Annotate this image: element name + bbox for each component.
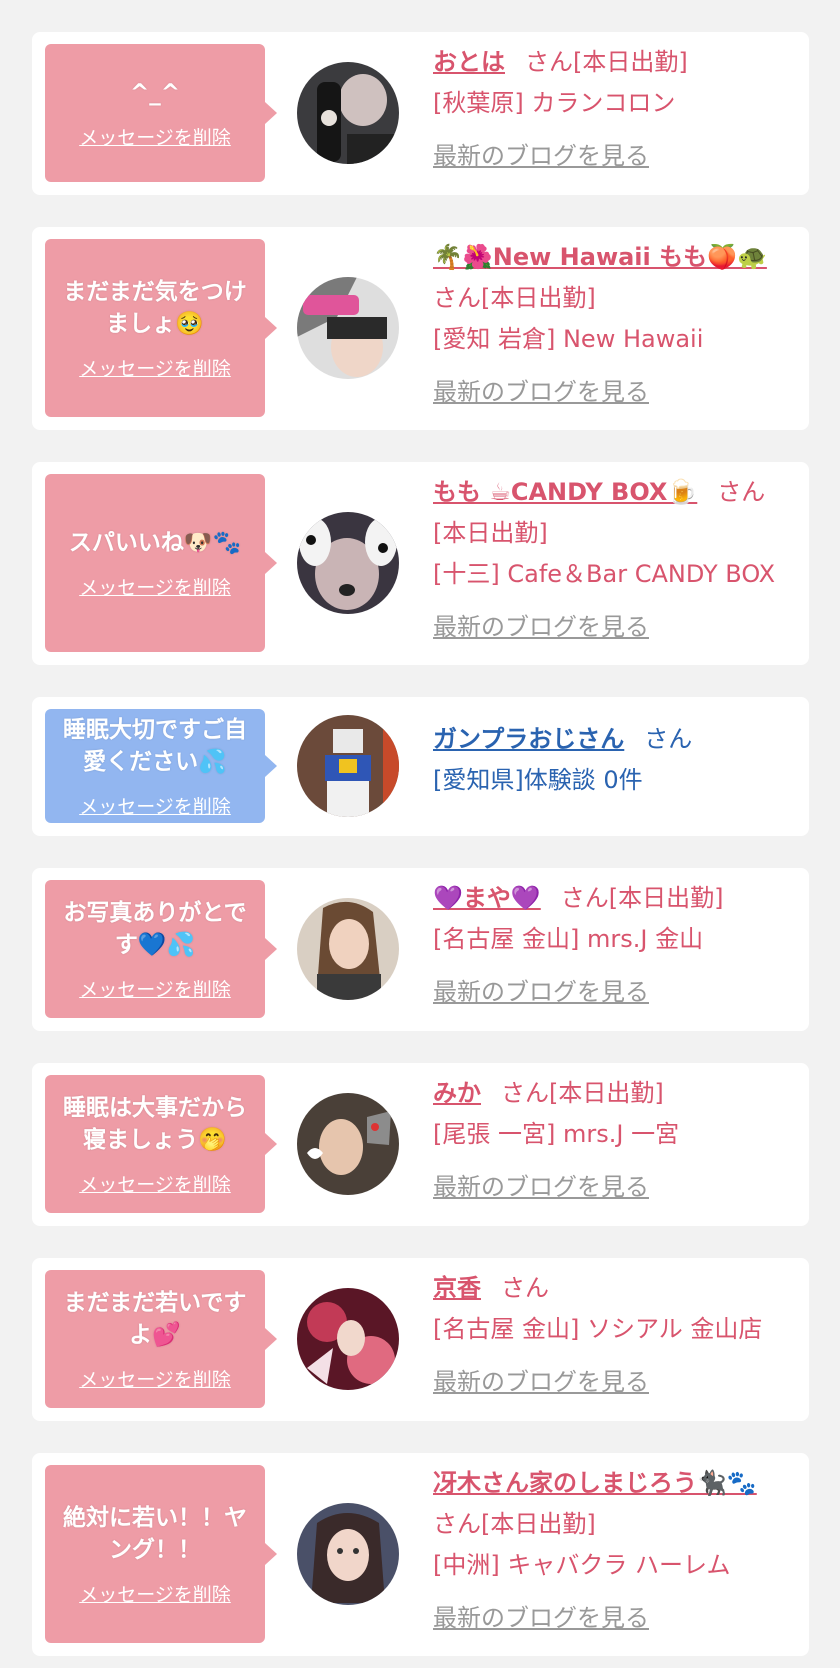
list-item: 睡眠大切ですご自愛ください💦 メッセージを削除 ガンプラおじさん さん [愛知県]… xyxy=(32,697,809,836)
avatar[interactable] xyxy=(297,512,399,614)
attendance-status: [本日出勤] xyxy=(481,284,596,312)
cast-name-link[interactable]: おとは xyxy=(433,48,505,76)
cast-info: ガンプラおじさん さん [愛知県]体験談 0件 xyxy=(433,719,801,801)
delete-message-link[interactable]: メッセージを削除 xyxy=(79,792,231,819)
message-bubble: まだまだ気をつけましょ🥹 メッセージを削除 xyxy=(45,239,277,417)
message-text: ^_^ xyxy=(129,79,181,106)
avatar[interactable] xyxy=(297,1288,399,1390)
san-suffix: さん xyxy=(525,48,573,76)
message-text: 絶対に若い！！ヤング！！ xyxy=(63,1504,247,1563)
cast-name-link[interactable]: 💜まや💜 xyxy=(433,884,541,912)
delete-message-link[interactable]: メッセージを削除 xyxy=(79,354,231,381)
san-suffix: さん xyxy=(501,1079,549,1107)
attendance-status: [本日出勤] xyxy=(549,1079,664,1107)
message-text: まだまだ若いですよ💕 xyxy=(63,1289,247,1348)
delete-message-link[interactable]: メッセージを削除 xyxy=(79,123,231,150)
latest-blog-link[interactable]: 最新のブログを見る xyxy=(433,372,801,413)
attendance-status: [本日出勤] xyxy=(608,884,724,912)
cast-info: 💜まや💜 さん[本日出勤] [名古屋 金山] mrs.J 金山 最新のブログを見る xyxy=(433,878,801,1013)
cast-name-link[interactable]: 京香 xyxy=(433,1274,481,1302)
list-item: まだまだ気をつけましょ🥹 メッセージを削除 🌴🌺New Hawaii もも🍑🐢 … xyxy=(32,227,809,430)
message-text: 睡眠大切ですご自愛ください💦 xyxy=(63,716,247,775)
list-item: 睡眠は大事だから寝ましょう🤭 メッセージを削除 みか さん[本日出勤] [尾張 一… xyxy=(32,1063,809,1226)
list-item: 絶対に若い！！ヤング！！ メッセージを削除 冴木さん家のしまじろう🐈‍⬛🐾 さん… xyxy=(32,1453,809,1656)
san-suffix: さん xyxy=(717,478,766,506)
message-text: まだまだ気をつけましょ🥹 xyxy=(63,278,247,337)
attendance-status: [本日出勤] xyxy=(433,519,548,547)
shop-info: [名古屋 金山] ソシアル 金山店 xyxy=(433,1315,763,1343)
avatar[interactable] xyxy=(297,1503,399,1605)
san-suffix: さん xyxy=(501,1274,549,1302)
delete-message-link[interactable]: メッセージを削除 xyxy=(79,975,231,1002)
shop-info: [名古屋 金山] mrs.J 金山 xyxy=(433,925,704,953)
avatar[interactable] xyxy=(297,62,399,164)
avatar[interactable] xyxy=(297,898,399,1000)
shop-info: [愛知県]体験談 0件 xyxy=(433,766,643,794)
message-bubble: スパいいね🐶🐾 メッセージを削除 xyxy=(45,474,277,652)
cast-info: 京香 さん [名古屋 金山] ソシアル 金山店 最新のブログを見る xyxy=(433,1268,801,1403)
favorite-message-list: ^_^ メッセージを削除 おとは さん[本日出勤] [秋葉原] カランコロン 最新… xyxy=(0,0,840,1668)
shop-info: [中洲] キャバクラ ハーレム xyxy=(433,1551,731,1579)
cast-info: おとは さん[本日出勤] [秋葉原] カランコロン 最新のブログを見る xyxy=(433,42,801,177)
message-text: 睡眠は大事だから寝ましょう🤭 xyxy=(63,1094,247,1153)
message-bubble: まだまだ若いですよ💕 メッセージを削除 xyxy=(45,1270,277,1408)
shop-info: [尾張 一宮] mrs.J 一宮 xyxy=(433,1120,680,1148)
latest-blog-link[interactable]: 最新のブログを見る xyxy=(433,136,801,177)
latest-blog-link[interactable]: 最新のブログを見る xyxy=(433,1362,801,1403)
delete-message-link[interactable]: メッセージを削除 xyxy=(79,1365,231,1392)
message-bubble: お写真ありがとです💙💦 メッセージを削除 xyxy=(45,880,277,1018)
attendance-status: [本日出勤] xyxy=(481,1510,596,1538)
cast-name-link[interactable]: 🌴🌺New Hawaii もも🍑🐢 xyxy=(433,243,767,271)
san-suffix: さん xyxy=(433,1510,481,1538)
message-bubble: 睡眠大切ですご自愛ください💦 メッセージを削除 xyxy=(45,709,277,823)
delete-message-link[interactable]: メッセージを削除 xyxy=(79,1580,231,1607)
message-bubble: 睡眠は大事だから寝ましょう🤭 メッセージを削除 xyxy=(45,1075,277,1213)
latest-blog-link[interactable]: 最新のブログを見る xyxy=(433,607,801,648)
message-text: スパいいね🐶🐾 xyxy=(68,529,242,556)
cast-info: 🌴🌺New Hawaii もも🍑🐢 さん[本日出勤] [愛知 岩倉] New H… xyxy=(433,237,801,413)
san-suffix: さん xyxy=(560,884,609,912)
san-suffix: さん xyxy=(433,284,481,312)
shop-info: [十三] Cafe＆Bar CANDY BOX xyxy=(433,560,776,588)
avatar[interactable] xyxy=(297,1093,399,1195)
shop-info: [愛知 岩倉] New Hawaii xyxy=(433,325,704,353)
message-bubble: ^_^ メッセージを削除 xyxy=(45,44,277,182)
san-suffix: さん xyxy=(644,725,693,753)
latest-blog-link[interactable]: 最新のブログを見る xyxy=(433,1167,801,1208)
list-item: まだまだ若いですよ💕 メッセージを削除 京香 さん [名古屋 金山] ソシアル 金… xyxy=(32,1258,809,1421)
cast-name-link[interactable]: もも ☕CANDY BOX🍺 xyxy=(433,478,697,506)
cast-info: みか さん[本日出勤] [尾張 一宮] mrs.J 一宮 最新のブログを見る xyxy=(433,1073,801,1208)
delete-message-link[interactable]: メッセージを削除 xyxy=(79,573,231,600)
cast-name-link[interactable]: ガンプラおじさん xyxy=(433,725,624,753)
avatar[interactable] xyxy=(297,277,399,379)
avatar[interactable] xyxy=(297,715,399,817)
message-text: お写真ありがとです💙💦 xyxy=(63,899,247,958)
message-bubble: 絶対に若い！！ヤング！！ メッセージを削除 xyxy=(45,1465,277,1643)
latest-blog-link[interactable]: 最新のブログを見る xyxy=(433,972,801,1013)
list-item: お写真ありがとです💙💦 メッセージを削除 💜まや💜 さん[本日出勤] [名古屋 金… xyxy=(32,868,809,1031)
delete-message-link[interactable]: メッセージを削除 xyxy=(79,1170,231,1197)
cast-name-link[interactable]: 冴木さん家のしまじろう🐈‍⬛🐾 xyxy=(433,1469,757,1497)
shop-info: [秋葉原] カランコロン xyxy=(433,89,676,117)
attendance-status: [本日出勤] xyxy=(573,48,688,76)
cast-info: 冴木さん家のしまじろう🐈‍⬛🐾 さん[本日出勤] [中洲] キャバクラ ハーレム… xyxy=(433,1463,801,1639)
list-item: ^_^ メッセージを削除 おとは さん[本日出勤] [秋葉原] カランコロン 最新… xyxy=(32,32,809,195)
list-item: スパいいね🐶🐾 メッセージを削除 もも ☕CANDY BOX🍺 さん [本日出勤]… xyxy=(32,462,809,665)
latest-blog-link[interactable]: 最新のブログを見る xyxy=(433,1598,801,1639)
cast-name-link[interactable]: みか xyxy=(433,1079,481,1107)
cast-info: もも ☕CANDY BOX🍺 さん [本日出勤] [十三] Cafe＆Bar CA… xyxy=(433,472,801,648)
